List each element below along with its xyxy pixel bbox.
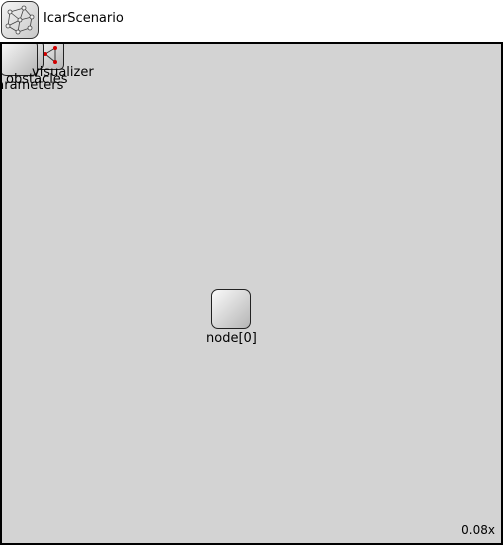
node-label: node[0]: [206, 331, 257, 346]
zoom-level: 0.08x: [461, 523, 495, 537]
network-canvas[interactable]: visualizer obstacles parameters node[0] …: [0, 42, 503, 545]
network-view: IcarScenario visualizer obstacles param: [0, 0, 503, 545]
parameters-label: parameters: [2, 78, 64, 93]
network-icon[interactable]: [1, 1, 39, 39]
network-title: IcarScenario: [43, 11, 124, 26]
node-module[interactable]: [211, 289, 251, 329]
network-header: IcarScenario: [0, 0, 503, 42]
